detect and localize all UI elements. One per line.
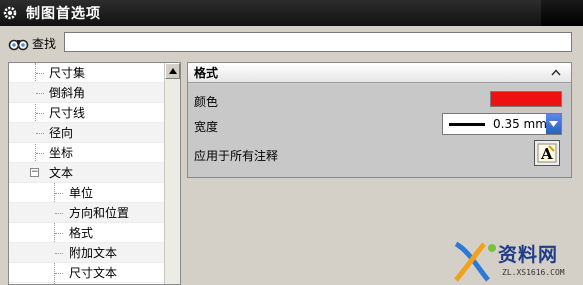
apply-to-all-label: 应用于所有注释 [194, 149, 279, 163]
preferences-tree: 尺寸集 倒斜角 尺寸线 径向 坐标 − 文本 单位 方向和位置 格式 附加文本 … [8, 62, 181, 285]
watermark-url: ZL.XS1616.COM [502, 268, 565, 277]
collapse-icon[interactable]: − [30, 168, 39, 177]
gear-icon[interactable] [2, 5, 18, 21]
tree-item-label: 方向和位置 [69, 206, 130, 220]
tree-item-dimension-set[interactable]: 尺寸集 [9, 63, 165, 83]
tree-branch [36, 113, 44, 114]
tree-branch [55, 213, 63, 214]
tree-item-dimension-text[interactable]: 尺寸文本 [9, 263, 165, 283]
tree-item-label: 附加文本 [69, 246, 118, 260]
tree-item-orientation-position[interactable]: 方向和位置 [9, 203, 165, 223]
tree-branch [36, 73, 44, 74]
tree-item-format[interactable]: 格式 [9, 223, 165, 243]
width-dropdown[interactable]: 0.35 mm [442, 113, 562, 135]
tree-item-coordinate[interactable]: 坐标 [9, 143, 165, 163]
watermark-text: 资料网 [498, 244, 559, 266]
width-value: 0.35 mm [493, 117, 547, 131]
tree-branch [36, 153, 44, 154]
watermark: 资料网 ZL.XS1616.COM [448, 240, 583, 285]
search-input[interactable] [64, 32, 572, 52]
tree-item-chamfer[interactable]: 倒斜角 [9, 83, 165, 103]
color-label: 颜色 [194, 95, 219, 109]
scroll-up-button[interactable] [165, 63, 180, 79]
dropdown-arrow-icon[interactable] [546, 114, 561, 134]
title-bar-right-block [541, 0, 583, 26]
tree-rows: 尺寸集 倒斜角 尺寸线 径向 坐标 − 文本 单位 方向和位置 格式 附加文本 … [9, 63, 165, 284]
tree-branch [36, 133, 44, 134]
format-panel: 格式 颜色 宽度 0.35 mm 应用于所有注释 A [187, 62, 572, 178]
watermark-logo-icon [454, 241, 496, 282]
tree-item-label: 倒斜角 [49, 86, 86, 100]
tree-item-label: 坐标 [49, 146, 74, 160]
tree-item-label: 单位 [69, 186, 94, 200]
title-bar: 制图首选项 [0, 0, 583, 26]
tree-item-text[interactable]: − 文本 [9, 163, 165, 183]
tree-item-label: 尺寸集 [49, 66, 86, 80]
tree-item-label: 格式 [69, 226, 94, 240]
tree-item-appended-text[interactable]: 附加文本 [9, 243, 165, 263]
tree-branch [55, 233, 63, 234]
width-label: 宽度 [194, 120, 219, 134]
color-swatch[interactable] [490, 91, 562, 107]
tree-item-label: 径向 [49, 126, 74, 140]
arrow-up-icon [168, 68, 177, 74]
line-width-preview [449, 122, 485, 126]
search-row: 查找 [0, 26, 583, 60]
text-style-icon: A [537, 143, 557, 163]
tree-branch [55, 253, 63, 254]
tree-item-dimension-line[interactable]: 尺寸线 [9, 103, 165, 123]
tree-item-units[interactable]: 单位 [9, 183, 165, 203]
tree-scrollbar[interactable] [164, 63, 180, 284]
collapse-up-icon[interactable] [549, 65, 563, 79]
apply-to-all-button[interactable]: A [534, 140, 560, 166]
tree-item-radial[interactable]: 径向 [9, 123, 165, 143]
tree-branch [55, 193, 63, 194]
format-panel-body: 颜色 宽度 0.35 mm 应用于所有注释 A [188, 84, 571, 177]
format-panel-header[interactable]: 格式 [188, 63, 571, 83]
tree-item-label: 尺寸线 [49, 106, 86, 120]
tree-item-label: 尺寸文本 [69, 266, 118, 280]
window-title: 制图首选项 [26, 6, 101, 22]
tree-item-label: 文本 [49, 166, 74, 180]
search-label: 查找 [32, 36, 57, 51]
binoculars-icon [8, 35, 30, 51]
tree-branch [36, 93, 44, 94]
tree-branch [55, 273, 63, 274]
format-panel-title: 格式 [194, 66, 219, 80]
